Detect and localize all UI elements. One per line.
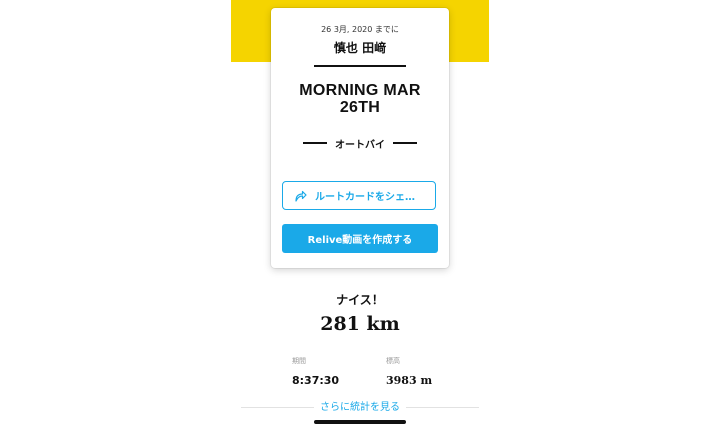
activity-title-line-1: MORNING MAR: [299, 82, 421, 99]
elevation-value: 3983 m: [386, 374, 433, 387]
distance-value: 281 km: [320, 313, 400, 335]
share-route-card-button[interactable]: ルートカードをシェ…: [282, 181, 436, 210]
activity-title: MORNING MAR 26TH: [271, 82, 449, 116]
activity-date: 26 3月, 2020 までに: [321, 25, 399, 34]
route-card: 26 3月, 2020 までに 慎也 田﨑 MORNING MAR 26TH オ…: [271, 8, 449, 268]
activity-title-line-2: 26TH: [339, 99, 381, 116]
activity-type-row: オートバイ: [271, 135, 449, 151]
elevation-label: 標高: [386, 357, 400, 365]
duration-stat: 期間 8:37:30: [292, 356, 339, 387]
more-stats-row: さらに統計を見る: [241, 398, 479, 414]
title-divider: [314, 65, 406, 67]
elevation-stat: 標高 3983 m: [386, 356, 432, 387]
type-right-rule: [393, 142, 417, 144]
activity-type: オートバイ: [335, 139, 385, 151]
duration-value: 8:37:30: [292, 374, 340, 387]
share-button-label: ルートカードをシェ…: [315, 192, 415, 203]
create-relive-video-button[interactable]: Relive動画を作成する: [282, 224, 438, 253]
more-stats-link[interactable]: さらに統計を見る: [314, 398, 406, 413]
duration-label: 期間: [292, 357, 306, 365]
praise-text: ナイス！: [336, 293, 384, 307]
type-left-rule: [303, 142, 327, 144]
share-arrow-icon: [293, 189, 307, 203]
home-indicator[interactable]: [314, 420, 406, 424]
athlete-name: 慎也 田﨑: [333, 41, 387, 55]
